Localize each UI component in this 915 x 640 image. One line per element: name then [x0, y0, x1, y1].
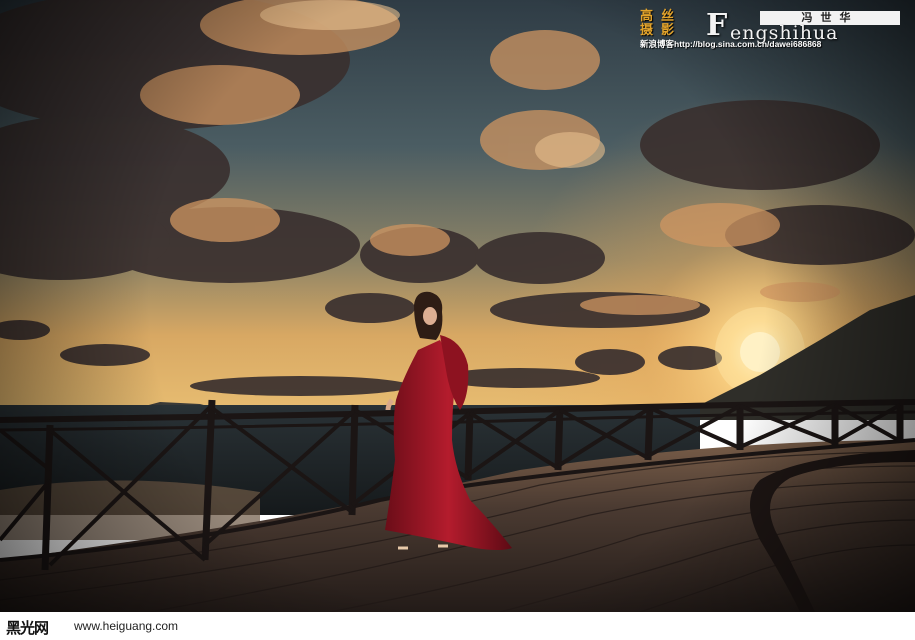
site-url[interactable]: www.heiguang.com [74, 619, 178, 633]
watermark-studio-chars: 高丝摄影 [640, 9, 683, 38]
watermark-blog-url: 新浪博客http://blog.sina.com.cn/dawei686868 [640, 39, 822, 49]
site-logo: 黑光网 [6, 619, 49, 637]
photo [0, 0, 915, 612]
footer-bar: 黑光网 www.heiguang.com [0, 612, 915, 640]
photographer-watermark: 高丝摄影 F 冯世华 engshihua 新浪博客http://blog.sin… [640, 8, 908, 50]
